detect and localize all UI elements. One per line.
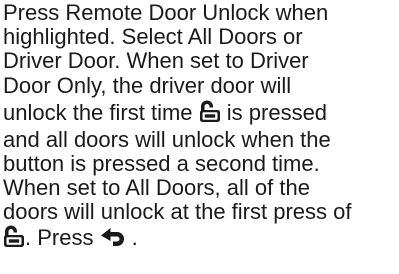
- back-arrow-icon: [100, 227, 132, 247]
- text-segment: .: [131, 224, 138, 250]
- unlock-icon: [199, 100, 221, 122]
- unlock-icon: [3, 225, 25, 247]
- text-line: doors will unlock at the first press of: [3, 199, 352, 225]
- text-line: button is pressed a second time.: [3, 150, 320, 176]
- text-line: Driver Door. When set to Driver: [3, 48, 309, 74]
- text-line: and all doors will unlock when the: [3, 126, 331, 152]
- text-line-with-icon: unlock the first time is pressed: [3, 98, 397, 128]
- text-line: Door Only, the driver door will: [3, 72, 292, 98]
- text-line: When set to All Doors, all of the: [3, 175, 310, 201]
- instruction-paragraph: Press Remote Door Unlock when highlighte…: [3, 0, 397, 249]
- text-segment: . Press: [25, 224, 94, 250]
- text-line-with-icons: . Press .: [3, 225, 397, 249]
- text-segment: unlock the first time: [3, 99, 193, 125]
- text-line: highlighted. Select All Doors or: [3, 24, 303, 50]
- text-line: Press Remote Door Unlock when: [3, 0, 329, 25]
- text-segment: is pressed: [226, 99, 328, 125]
